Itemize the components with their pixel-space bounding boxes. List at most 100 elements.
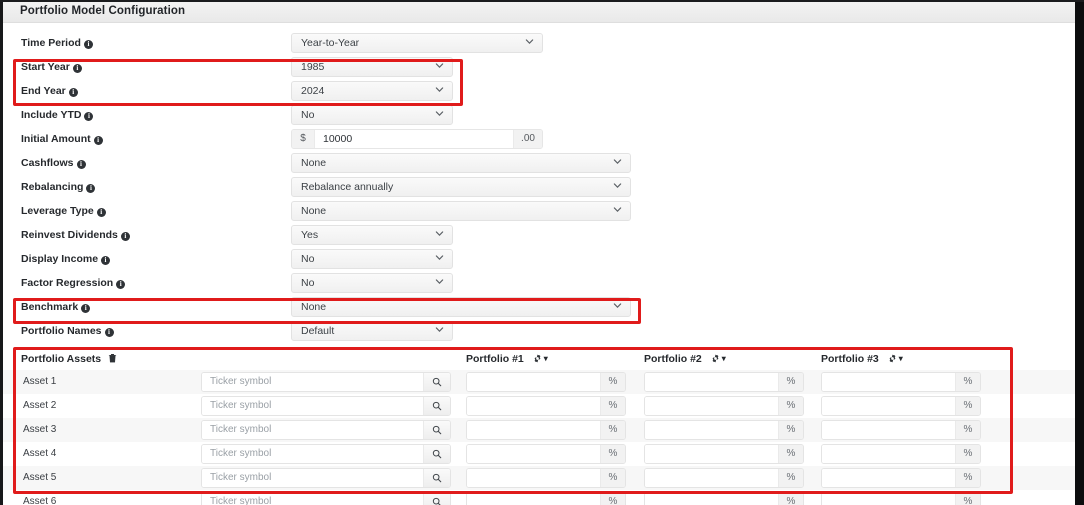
portfolio-2-allocation-input[interactable] — [645, 397, 778, 415]
ticker-input[interactable]: Ticker symbol — [202, 445, 423, 463]
portfolio-3-allocation-input[interactable] — [822, 421, 955, 439]
chevron-down-icon[interactable]: ▾ — [722, 354, 726, 363]
search-icon[interactable] — [423, 373, 450, 391]
portfolio-3-allocation-input[interactable] — [822, 445, 955, 463]
select-leverage-type[interactable]: None — [291, 201, 631, 221]
info-icon[interactable]: i — [116, 280, 126, 289]
portfolio-2-allocation-input[interactable] — [645, 469, 778, 487]
ticker-field-group: Ticker symbol — [201, 372, 451, 392]
table-row: Asset 1 Ticker symbol % % % — [3, 370, 1075, 394]
info-icon[interactable]: i — [81, 304, 91, 313]
select-value: None — [301, 301, 327, 313]
label-initial-amount: Initial Amount i — [21, 133, 103, 145]
ticker-input[interactable]: Ticker symbol — [202, 493, 423, 505]
portfolio-3-header: Portfolio #3 ▾ — [821, 353, 903, 365]
portfolio-1-allocation-input[interactable] — [467, 373, 600, 391]
portfolio-1-allocation-input[interactable] — [467, 397, 600, 415]
info-icon[interactable]: i — [84, 112, 94, 121]
ticker-input[interactable]: Ticker symbol — [202, 373, 423, 391]
portfolio-3-allocation-input[interactable] — [822, 493, 955, 505]
info-icon[interactable]: i — [86, 184, 96, 193]
select-benchmark[interactable]: None — [291, 297, 631, 317]
select-rebalancing[interactable]: Rebalance annually — [291, 177, 631, 197]
info-icon[interactable]: i — [93, 136, 103, 145]
chevron-down-icon — [613, 181, 622, 190]
label-text: Portfolio Names — [21, 325, 102, 337]
portfolio-1-allocation-input[interactable] — [467, 421, 600, 439]
percent-symbol: % — [600, 397, 625, 415]
ticker-input[interactable]: Ticker symbol — [202, 397, 423, 415]
table-row: Asset 6 Ticker symbol % % % — [3, 490, 1075, 505]
chevron-down-icon[interactable]: ▾ — [899, 354, 903, 363]
portfolio-3-allocation-input[interactable] — [822, 373, 955, 391]
select-reinvest-dividends[interactable]: Yes — [291, 225, 453, 245]
info-icon[interactable]: i — [104, 328, 114, 337]
info-icon[interactable]: i — [120, 232, 130, 241]
ticker-field-group: Ticker symbol — [201, 468, 451, 488]
label-text: Benchmark — [21, 301, 79, 313]
portfolio-3-allocation-group: % — [821, 420, 981, 440]
select-time-period[interactable]: Year-to-Year — [291, 33, 543, 53]
form-row-include-ytd: Include YTD i No — [3, 104, 1075, 128]
portfolio-3-allocation-group: % — [821, 444, 981, 464]
label-portfolio-names: Portfolio Names i — [21, 325, 114, 337]
asset-row-label: Asset 1 — [23, 376, 57, 387]
trash-icon[interactable] — [108, 353, 117, 366]
label-text: Display Income — [21, 253, 99, 265]
portfolio-3-allocation-input[interactable] — [822, 397, 955, 415]
info-icon[interactable]: i — [68, 88, 78, 97]
asset-row-label: Asset 2 — [23, 400, 57, 411]
portfolio-3-allocation-input[interactable] — [822, 469, 955, 487]
select-value: Yes — [301, 229, 319, 241]
search-icon[interactable] — [423, 397, 450, 415]
chevron-down-icon[interactable]: ▾ — [544, 354, 548, 363]
percent-symbol: % — [778, 421, 803, 439]
select-value: Default — [301, 325, 335, 337]
portfolio-2-allocation-input[interactable] — [645, 493, 778, 505]
form-row-rebalancing: Rebalancing i Rebalance annually — [3, 176, 1075, 200]
select-include-ytd[interactable]: No — [291, 105, 453, 125]
portfolio-2-allocation-group: % — [644, 396, 804, 416]
form-row-display-income: Display Income i No — [3, 248, 1075, 272]
info-icon[interactable]: i — [96, 208, 106, 217]
gear-icon[interactable] — [711, 354, 720, 366]
info-icon[interactable]: i — [83, 40, 93, 49]
info-icon[interactable]: i — [76, 160, 86, 169]
select-factor-regression[interactable]: No — [291, 273, 453, 293]
info-icon[interactable]: i — [101, 256, 111, 265]
portfolio-1-allocation-group: % — [466, 492, 626, 505]
percent-symbol: % — [600, 373, 625, 391]
initial-amount-input[interactable]: 10000 — [315, 130, 513, 148]
percent-symbol: % — [778, 397, 803, 415]
search-icon[interactable] — [423, 421, 450, 439]
search-icon[interactable] — [423, 469, 450, 487]
label-benchmark: Benchmark i — [21, 301, 91, 313]
info-icon[interactable]: i — [72, 64, 82, 73]
select-cashflows[interactable]: None — [291, 153, 631, 173]
form-row-benchmark: Benchmark i None — [3, 296, 1075, 320]
ticker-input[interactable]: Ticker symbol — [202, 421, 423, 439]
label-reinvest-dividends: Reinvest Dividends i — [21, 229, 130, 241]
gear-icon[interactable] — [533, 354, 542, 366]
select-portfolio-names[interactable]: Default — [291, 321, 453, 341]
form-row-end-year: End Year i 2024 — [3, 80, 1075, 104]
search-icon[interactable] — [423, 493, 450, 505]
percent-symbol: % — [955, 493, 980, 505]
ticker-input[interactable]: Ticker symbol — [202, 469, 423, 487]
portfolio-1-allocation-input[interactable] — [467, 445, 600, 463]
select-display-income[interactable]: No — [291, 249, 453, 269]
select-start-year[interactable]: 1985 — [291, 57, 453, 77]
portfolio-2-allocation-input[interactable] — [645, 445, 778, 463]
form-row-factor-regression: Factor Regression i No — [3, 272, 1075, 296]
gear-icon[interactable] — [888, 354, 897, 366]
select-end-year[interactable]: 2024 — [291, 81, 453, 101]
chevron-down-icon — [613, 205, 622, 214]
ticker-field-group: Ticker symbol — [201, 492, 451, 505]
portfolio-1-allocation-input[interactable] — [467, 493, 600, 505]
portfolio-1-allocation-input[interactable] — [467, 469, 600, 487]
portfolio-2-allocation-input[interactable] — [645, 373, 778, 391]
search-icon[interactable] — [423, 445, 450, 463]
portfolio-2-allocation-input[interactable] — [645, 421, 778, 439]
portfolio-1-header: Portfolio #1 ▾ — [466, 353, 548, 365]
percent-symbol: % — [955, 373, 980, 391]
